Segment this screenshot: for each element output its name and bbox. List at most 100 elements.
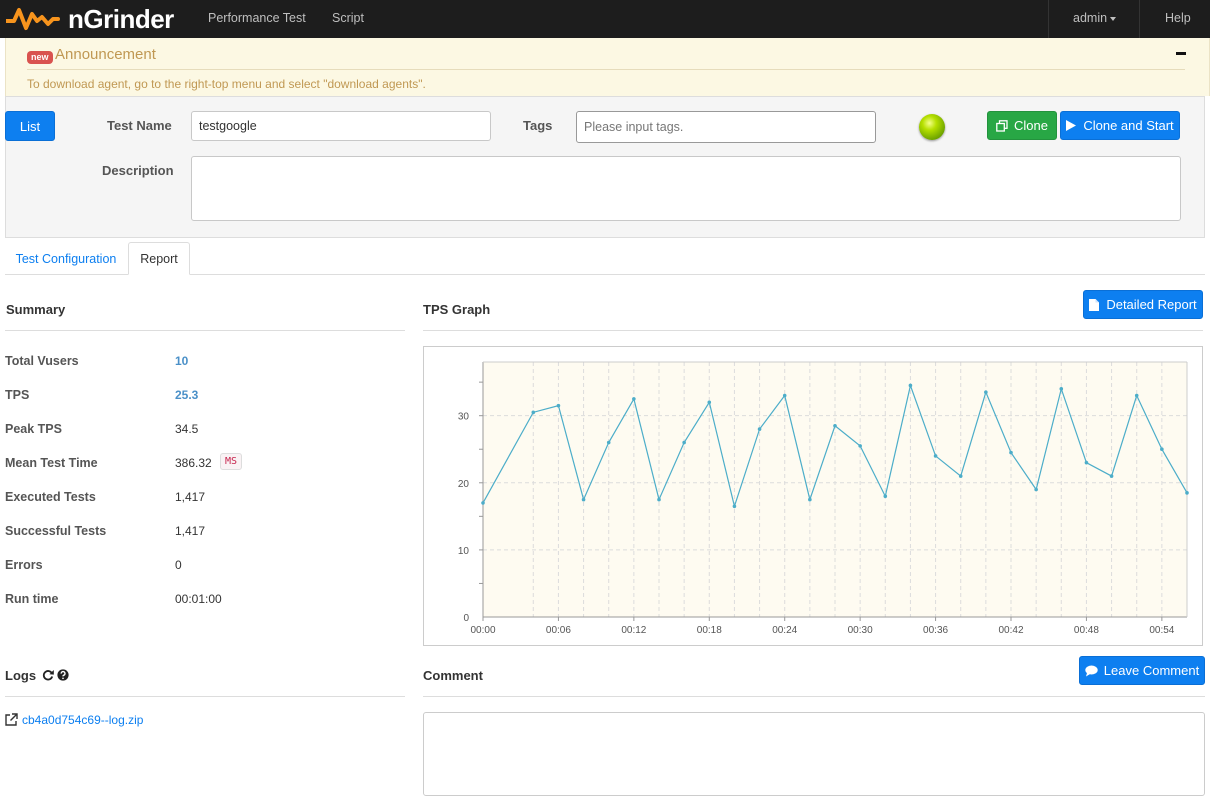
user-menu[interactable]: admin <box>1073 0 1117 38</box>
help-question-icon[interactable] <box>57 669 69 681</box>
summary-label: Run time <box>5 592 59 606</box>
tps-graph-divider <box>423 330 1203 331</box>
logs-actions <box>42 669 69 681</box>
x-tick-label: 00:48 <box>1074 625 1099 636</box>
peak-tps-value: 34.5 <box>175 422 199 436</box>
list-button[interactable]: List <box>5 111 55 141</box>
summary-title: Summary <box>6 302 66 317</box>
tps-data-point <box>481 501 485 505</box>
tps-data-point <box>1185 491 1189 495</box>
tps-data-point <box>581 497 586 502</box>
x-tick-label: 00:30 <box>848 625 873 636</box>
tps-data-point <box>1034 487 1038 492</box>
clone-button[interactable]: Clone <box>987 111 1057 140</box>
ms-unit-badge: MS <box>220 453 243 470</box>
summary-label: TPS <box>5 388 30 402</box>
tps-data-point <box>606 440 611 445</box>
tps-data-point <box>858 444 862 448</box>
leave-comment-button[interactable]: Leave Comment <box>1079 656 1205 685</box>
tps-data-point <box>808 497 812 502</box>
nav-help[interactable]: Help <box>1165 0 1191 38</box>
tps-data-point <box>682 440 686 445</box>
file-icon <box>1089 298 1100 311</box>
summary-label: Successful Tests <box>5 524 107 538</box>
tags-input[interactable]: Please input tags. <box>576 111 876 143</box>
comment-title: Comment <box>423 668 483 683</box>
summary-label: Mean Test Time <box>5 456 98 470</box>
tps-data-point <box>908 383 913 388</box>
refresh-icon[interactable] <box>42 669 54 681</box>
clone-and-start-label: Clone and Start <box>1083 118 1174 133</box>
brand-logo[interactable]: nGrinder <box>6 3 174 35</box>
logs-divider <box>5 696 405 697</box>
announcement-text: To download agent, go to the right-top m… <box>27 77 426 91</box>
announcement-title: Announcement <box>55 46 156 63</box>
run-time-value: 00:01:00 <box>175 592 222 606</box>
tps-data-point <box>757 427 762 431</box>
comment-bubble-icon <box>1085 665 1098 676</box>
play-icon <box>1066 120 1077 131</box>
tps-data-point <box>782 393 787 398</box>
test-name-input[interactable]: testgoogle <box>191 111 491 141</box>
total-vusers-value[interactable]: 10 <box>175 354 188 368</box>
tps-data-point <box>1109 474 1114 478</box>
x-tick-label: 00:06 <box>546 625 571 636</box>
tps-data-point <box>1160 447 1164 452</box>
log-file-link[interactable]: cb4a0d754c69--log.zip <box>22 713 143 727</box>
executed-tests-value: 1,417 <box>175 490 206 504</box>
tps-graph-title: TPS Graph <box>423 302 491 317</box>
comment-textarea[interactable] <box>423 712 1205 796</box>
tps-data-point <box>556 403 561 408</box>
summary-label: Peak TPS <box>5 422 62 436</box>
description-label: Description <box>102 163 174 178</box>
summary-divider <box>5 330 405 331</box>
x-tick-label: 00:24 <box>772 625 797 636</box>
nav-performance-test[interactable]: Performance Test <box>208 0 306 38</box>
top-navbar: nGrinder Performance Test Script admin H… <box>0 0 1210 38</box>
copy-icon <box>996 119 1008 132</box>
x-tick-label: 00:00 <box>470 625 495 636</box>
x-tick-label: 00:18 <box>697 625 722 636</box>
tps-data-point <box>984 390 988 394</box>
user-name: admin <box>1073 11 1108 25</box>
tps-data-point <box>883 494 888 499</box>
comment-divider <box>423 696 1205 697</box>
tps-data-point <box>732 504 737 509</box>
new-badge: new <box>27 51 53 64</box>
summary-label: Executed Tests <box>5 490 96 504</box>
summary-label: Total Vusers <box>5 354 79 368</box>
nav-script[interactable]: Script <box>332 0 364 38</box>
tps-data-point <box>657 497 661 502</box>
tps-data-point <box>707 400 712 405</box>
y-tick-label: 10 <box>458 546 470 557</box>
tab-report[interactable]: Report <box>128 242 190 275</box>
external-link-icon <box>5 713 18 726</box>
tps-data-point <box>1084 460 1089 465</box>
test-name-label: Test Name <box>107 118 172 133</box>
brand-name: nGrinder <box>68 4 174 34</box>
logs-title: Logs <box>5 668 37 683</box>
pulse-logo-icon <box>6 8 60 30</box>
successful-tests-value: 1,417 <box>175 524 206 538</box>
announcement-divider <box>27 69 1185 70</box>
clone-and-start-button[interactable]: Clone and Start <box>1060 111 1180 140</box>
errors-value: 0 <box>175 558 182 572</box>
detailed-report-button[interactable]: Detailed Report <box>1083 290 1203 319</box>
nav-divider <box>1048 0 1049 38</box>
tps-data-point <box>933 454 938 458</box>
nav-divider <box>1139 0 1140 38</box>
leave-comment-label: Leave Comment <box>1103 663 1200 678</box>
tps-value[interactable]: 25.3 <box>175 388 198 402</box>
collapse-minus-icon[interactable] <box>1176 52 1186 55</box>
tps-data-point <box>632 397 636 401</box>
y-tick-label: 20 <box>458 479 470 490</box>
tps-chart: 0 10 20 30 00:00 00:06 00:12 00:18 00:24 00:30 00:… <box>423 346 1203 646</box>
test-status-icon <box>919 114 945 140</box>
x-tick-label: 00:42 <box>998 625 1023 636</box>
clone-button-label: Clone <box>1014 118 1048 133</box>
tab-test-configuration[interactable]: Test Configuration <box>5 242 127 275</box>
detailed-report-label: Detailed Report <box>1106 297 1197 312</box>
description-textarea[interactable] <box>191 156 1181 221</box>
x-tick-label: 00:36 <box>923 625 948 636</box>
tags-label: Tags <box>523 118 553 133</box>
